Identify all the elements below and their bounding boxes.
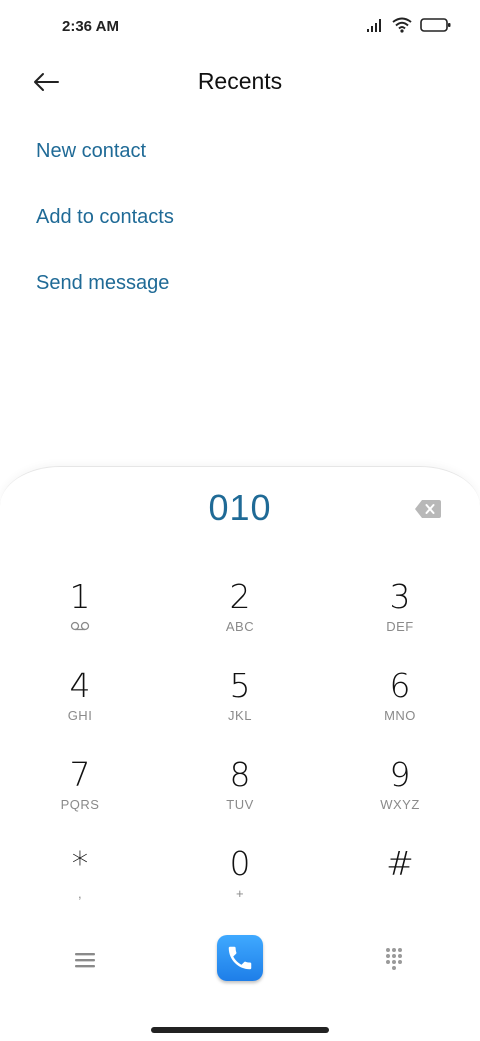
key-digit: 4 <box>69 666 91 705</box>
key-star[interactable]: * , <box>20 844 140 924</box>
key-letters: TUV <box>226 797 254 812</box>
key-8[interactable]: 8 TUV <box>180 755 300 835</box>
options-list: New contact Add to contacts Send message <box>36 118 436 316</box>
key-hash[interactable]: # <box>340 844 460 924</box>
key-letters: JKL <box>228 708 252 723</box>
key-2[interactable]: 2 ABC <box>180 577 300 657</box>
key-9[interactable]: 9 WXYZ <box>340 755 460 835</box>
key-digit: 9 <box>389 755 411 794</box>
key-digit: 1 <box>69 577 91 616</box>
add-to-contacts-option[interactable]: Add to contacts <box>36 184 436 250</box>
key-digit: 3 <box>389 577 411 616</box>
page-title: Recents <box>197 68 283 94</box>
backspace-icon[interactable] <box>414 499 442 519</box>
battery-icon <box>420 18 451 32</box>
call-button[interactable] <box>217 935 263 981</box>
signal-icon <box>367 19 381 32</box>
dialer-bottom-bar <box>0 935 480 995</box>
key-digit: * <box>71 844 89 883</box>
wifi-icon <box>392 17 412 33</box>
status-time: 2:36 AM <box>62 18 119 35</box>
key-letters: GHI <box>67 708 93 723</box>
status-icons <box>366 17 452 33</box>
key-4[interactable]: 4 GHI <box>20 666 140 746</box>
key-3[interactable]: 3 DEF <box>340 577 460 657</box>
key-letters: + <box>235 886 245 901</box>
key-6[interactable]: 6 MNO <box>340 666 460 746</box>
dialpad-icon[interactable] <box>384 947 404 971</box>
key-digit: 7 <box>69 755 91 794</box>
home-indicator[interactable] <box>151 1027 329 1033</box>
phone-icon <box>228 946 252 970</box>
key-letters: DEF <box>386 619 414 634</box>
key-7[interactable]: 7 PQRS <box>20 755 140 835</box>
new-contact-option[interactable]: New contact <box>36 118 436 184</box>
key-letters: WXYZ <box>380 797 420 812</box>
menu-icon[interactable] <box>72 947 98 973</box>
dialed-number: 010 <box>208 487 272 528</box>
send-message-option[interactable]: Send message <box>36 250 436 316</box>
status-bar: 2:36 AM <box>0 0 480 56</box>
key-digit: 5 <box>229 666 251 705</box>
header: Recents <box>0 56 480 108</box>
key-digit: 2 <box>229 577 251 616</box>
key-letters: , <box>77 886 83 901</box>
dialer-panel: 010 1 2 ABC 3 DEF 4 GHI 5 JKL 6 MNO 7 PQ… <box>0 466 480 1041</box>
key-letters: MNO <box>384 708 416 723</box>
key-digit: 6 <box>389 666 411 705</box>
key-digit: # <box>386 844 414 883</box>
voicemail-icon <box>70 621 90 631</box>
key-letters: ABC <box>225 619 255 634</box>
key-0[interactable]: 0 + <box>180 844 300 924</box>
key-1[interactable]: 1 <box>20 577 140 657</box>
key-digit: 0 <box>229 844 251 883</box>
key-digit: 8 <box>229 755 251 794</box>
key-5[interactable]: 5 JKL <box>180 666 300 746</box>
key-letters: PQRS <box>60 797 100 812</box>
